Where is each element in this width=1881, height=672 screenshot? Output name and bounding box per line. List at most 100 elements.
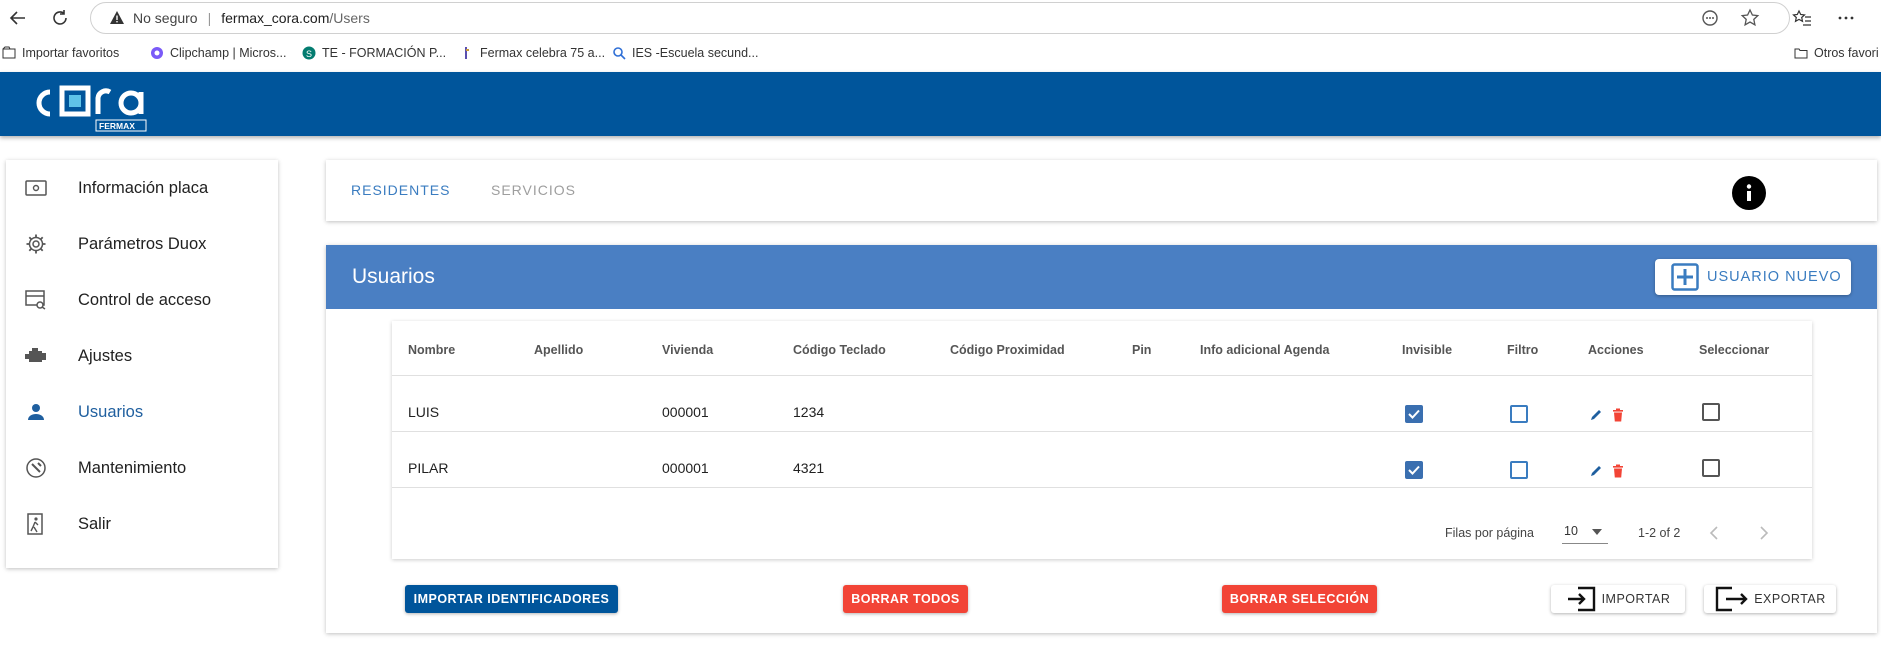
sidebar-item-mantenimiento[interactable]: Mantenimiento bbox=[6, 440, 278, 496]
cell-codigo-teclado: 4321 bbox=[793, 460, 825, 476]
sidebar-item-label: Parámetros Duox bbox=[78, 234, 207, 253]
column-header-filtro[interactable]: Filtro bbox=[1507, 343, 1538, 357]
bookmarks-bar: Importar favoritos Clipchamp | Micros...… bbox=[0, 36, 1881, 72]
column-header-pin[interactable]: Pin bbox=[1132, 343, 1151, 357]
divider bbox=[392, 375, 1812, 376]
bookmark-label: TE - FORMACIÓN P... bbox=[322, 46, 447, 60]
reload-icon[interactable] bbox=[48, 6, 72, 30]
import-button[interactable]: IMPORTAR bbox=[1551, 585, 1685, 613]
import-identifiers-button[interactable]: IMPORTAR IDENTIFICADORES bbox=[405, 585, 618, 613]
sidebar-item-label: Control de acceso bbox=[78, 290, 211, 309]
users-title: Usuarios bbox=[352, 265, 435, 288]
dropdown-arrow-icon bbox=[1592, 529, 1602, 535]
column-header-info-adicional[interactable]: Info adicional Agenda bbox=[1200, 343, 1329, 357]
bookmark-other[interactable]: Otros favori bbox=[1794, 46, 1879, 60]
new-user-button[interactable]: USUARIO NUEVO bbox=[1655, 259, 1851, 295]
filter-checkbox[interactable] bbox=[1510, 405, 1528, 423]
sidebar-item-label: Ajustes bbox=[78, 346, 133, 365]
bookmark-formacion[interactable]: S TE - FORMACIÓN P... bbox=[302, 46, 446, 60]
svg-text:FERMAX: FERMAX bbox=[99, 121, 135, 131]
chevron-right-icon[interactable] bbox=[1756, 525, 1772, 541]
person-icon bbox=[24, 400, 48, 424]
sidebar-item-informacion-placa[interactable]: Información placa bbox=[6, 160, 278, 216]
tab-residentes[interactable]: RESIDENTES bbox=[351, 182, 450, 198]
users-table: Nombre Apellido Vivienda Código Teclado … bbox=[392, 321, 1812, 559]
export-icon bbox=[1715, 586, 1748, 612]
sidebar-item-label: Salir bbox=[78, 514, 112, 533]
select-checkbox[interactable] bbox=[1702, 403, 1720, 421]
favorites-list-icon[interactable] bbox=[1792, 8, 1812, 28]
filter-checkbox[interactable] bbox=[1510, 461, 1528, 479]
bookmark-label: Otros favori bbox=[1814, 46, 1879, 60]
column-header-apellido[interactable]: Apellido bbox=[534, 343, 583, 357]
bookmark-ies[interactable]: IES -Escuela secund... bbox=[612, 46, 758, 60]
users-card: Usuarios USUARIO NUEVO Nombre Apellido V… bbox=[326, 245, 1877, 633]
bookmark-label: IES -Escuela secund... bbox=[632, 46, 759, 60]
url-domain: fermax_cora.com bbox=[221, 10, 330, 26]
tab-servicios[interactable]: SERVICIOS bbox=[491, 182, 576, 198]
bookmark-clipchamp[interactable]: Clipchamp | Micros... bbox=[150, 46, 286, 60]
back-arrow-icon[interactable] bbox=[6, 6, 30, 30]
sidebar-item-usuarios[interactable]: Usuarios bbox=[6, 384, 278, 440]
info-icon[interactable] bbox=[1732, 176, 1766, 210]
tabs-card: RESIDENTES SERVICIOS bbox=[326, 160, 1877, 221]
clipchamp-icon bbox=[151, 47, 163, 59]
cell-vivienda: 000001 bbox=[662, 460, 709, 476]
address-bar[interactable]: No seguro | fermax_cora.com/Users bbox=[90, 2, 1790, 34]
pagination-range: 1-2 of 2 bbox=[1638, 526, 1681, 540]
sidebar-item-label: Mantenimiento bbox=[78, 458, 187, 477]
url-separator: | bbox=[207, 10, 212, 26]
export-label: EXPORTAR bbox=[1754, 592, 1826, 606]
invisible-checkbox[interactable] bbox=[1405, 405, 1423, 423]
bookmark-fermax[interactable]: Fermax celebra 75 a... bbox=[460, 46, 605, 60]
sidebar-item-label: Información placa bbox=[78, 178, 209, 197]
export-button[interactable]: EXPORTAR bbox=[1704, 585, 1836, 613]
rows-per-page-select[interactable]: 10 bbox=[1562, 520, 1608, 544]
cell-codigo-teclado: 1234 bbox=[793, 404, 825, 420]
warning-icon bbox=[110, 11, 124, 24]
sidebar-item-parametros-duox[interactable]: Parámetros Duox bbox=[6, 216, 278, 272]
delete-all-button[interactable]: BORRAR TODOS bbox=[843, 585, 968, 613]
more-menu-icon[interactable] bbox=[1836, 8, 1856, 28]
favorite-star-icon[interactable] bbox=[1740, 8, 1760, 28]
delete-icon[interactable] bbox=[1610, 463, 1626, 479]
folder-icon bbox=[1794, 48, 1808, 59]
bookmark-label: Fermax celebra 75 a... bbox=[480, 46, 606, 60]
device-icon bbox=[24, 176, 48, 200]
search-icon bbox=[613, 47, 626, 60]
select-checkbox[interactable] bbox=[1702, 459, 1720, 477]
sidebar-item-control-acceso[interactable]: Control de acceso bbox=[6, 272, 278, 328]
import-icon bbox=[1567, 586, 1595, 612]
rows-per-page-label: Filas por página bbox=[1445, 526, 1534, 540]
security-label: No seguro bbox=[133, 10, 198, 26]
delete-selection-button[interactable]: BORRAR SELECCIÓN bbox=[1222, 585, 1377, 613]
invisible-checkbox[interactable] bbox=[1405, 461, 1423, 479]
reader-mode-icon[interactable] bbox=[1700, 8, 1720, 28]
edit-icon[interactable] bbox=[1588, 407, 1604, 423]
maintenance-icon bbox=[24, 456, 48, 480]
fermax-icon bbox=[465, 47, 469, 59]
column-header-codigo-teclado[interactable]: Código Teclado bbox=[793, 343, 886, 357]
delete-icon[interactable] bbox=[1610, 407, 1626, 423]
app-header: FERMAX bbox=[0, 72, 1881, 136]
bookmark-import[interactable]: Importar favoritos bbox=[2, 46, 119, 60]
browser-toolbar: No seguro | fermax_cora.com/Users bbox=[0, 0, 1881, 36]
divider bbox=[392, 487, 1812, 488]
cora-logo: FERMAX bbox=[36, 85, 147, 132]
column-header-invisible[interactable]: Invisible bbox=[1402, 343, 1452, 357]
bookmark-label: Importar favoritos bbox=[22, 46, 120, 60]
sidebar: Información placa Parámetros Duox Contro… bbox=[6, 160, 278, 568]
cell-nombre: PILAR bbox=[408, 460, 449, 476]
column-header-vivienda[interactable]: Vivienda bbox=[662, 343, 713, 357]
gear-icon bbox=[24, 232, 48, 256]
edit-icon[interactable] bbox=[1588, 463, 1604, 479]
sidebar-item-ajustes[interactable]: Ajustes bbox=[6, 328, 278, 384]
bookmark-label: Clipchamp | Micros... bbox=[170, 46, 287, 60]
new-user-label: USUARIO NUEVO bbox=[1707, 269, 1842, 285]
sharepoint-icon: S bbox=[302, 46, 316, 60]
column-header-nombre[interactable]: Nombre bbox=[408, 343, 455, 357]
column-header-codigo-proximidad[interactable]: Código Proximidad bbox=[950, 343, 1065, 357]
users-header: Usuarios USUARIO NUEVO bbox=[326, 245, 1877, 309]
chevron-left-icon[interactable] bbox=[1706, 525, 1722, 541]
sidebar-item-salir[interactable]: Salir bbox=[6, 496, 278, 552]
